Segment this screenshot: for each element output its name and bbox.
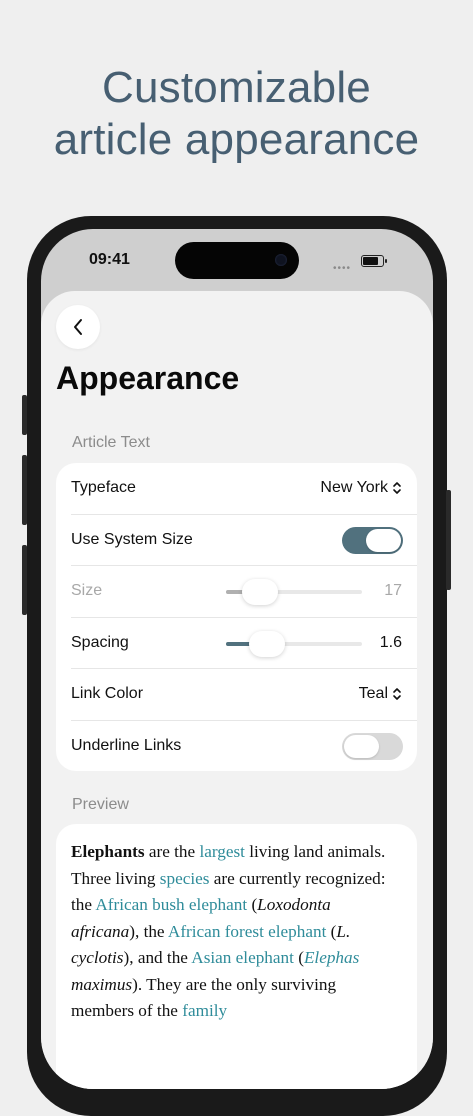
article-text-run: ( [247, 895, 258, 914]
spacing-slider[interactable] [226, 630, 362, 657]
link-color-value: Teal [358, 685, 388, 702]
appearance-sheet: Appearance Article Text Typeface New Yor… [41, 291, 433, 1089]
article-link[interactable]: Asian elephant [191, 948, 294, 967]
article-text-run: are the [144, 842, 200, 861]
article-text-run: ), and the [123, 948, 192, 967]
article-link[interactable]: largest [199, 842, 245, 861]
chevron-up-down-icon [393, 688, 401, 700]
spacing-label: Spacing [71, 633, 129, 651]
size-slider-thumb[interactable] [242, 579, 278, 605]
preview-article-text: Elephants are the largest living land an… [71, 839, 403, 1025]
status-time: 09:41 [89, 251, 130, 268]
chevron-up-down-icon [393, 482, 401, 494]
dynamic-island [175, 242, 299, 279]
setting-row-underline-links: Underline Links [71, 721, 417, 772]
signal-icon: •••• [333, 263, 352, 274]
back-button[interactable] [56, 305, 100, 349]
spacing-slider-thumb[interactable] [248, 630, 285, 657]
article-text-run: ), the [129, 921, 168, 941]
article-text-run: ( [293, 948, 304, 967]
underline-links-label: Underline Links [71, 736, 182, 754]
toggle-knob [344, 734, 379, 758]
setting-row-spacing: Spacing 1.6 [71, 618, 417, 669]
battery-icon [361, 255, 387, 267]
phone-side-button [22, 395, 27, 435]
section-label-article-text: Article Text [72, 434, 150, 451]
preview-card: Elephants are the largest living land an… [56, 824, 417, 1089]
typeface-picker[interactable]: New York [320, 479, 402, 497]
article-bold-term: Elephants [71, 842, 145, 861]
size-slider[interactable] [226, 579, 362, 605]
camera-icon [275, 254, 287, 266]
article-link[interactable]: species [160, 869, 210, 888]
article-text-run: maximus [71, 974, 133, 994]
underline-links-toggle[interactable] [342, 732, 403, 760]
article-text-settings-card: Typeface New York Use System Size Size 1… [56, 463, 417, 771]
toggle-knob [366, 528, 401, 552]
size-value: 17 [384, 582, 402, 599]
setting-row-size: Size 17 [71, 566, 417, 618]
phone-volume-down [22, 545, 27, 615]
link-color-picker[interactable]: Teal [359, 685, 402, 703]
setting-row-use-system-size: Use System Size [71, 515, 417, 566]
phone-power-button [446, 490, 451, 590]
use-system-size-toggle[interactable] [342, 526, 403, 554]
use-system-size-label: Use System Size [71, 530, 193, 548]
spacing-value: 1.6 [379, 633, 402, 651]
setting-row-link-color[interactable]: Link Color Teal [71, 669, 417, 721]
article-text-run: ( [326, 921, 337, 941]
link-color-label: Link Color [71, 685, 144, 702]
article-link[interactable]: African forest elephant [168, 922, 326, 941]
setting-row-typeface[interactable]: Typeface New York [71, 463, 417, 515]
phone-volume-up [22, 455, 27, 525]
promo-headline-line1: Customizable [102, 63, 371, 112]
typeface-value: New York [320, 479, 388, 496]
typeface-label: Typeface [71, 479, 136, 496]
promo-headline-line2: article appearance [53, 115, 420, 164]
size-label: Size [71, 582, 103, 599]
article-link[interactable]: African bush elephant [95, 895, 247, 914]
section-label-preview: Preview [72, 796, 129, 813]
phone-screen: 09:41 •••• Appearance Article Text Typef… [41, 229, 433, 1089]
promo-headline: Customizable article appearance [0, 62, 473, 166]
page-title: Appearance [56, 360, 240, 396]
article-link[interactable]: family [182, 1001, 227, 1020]
chevron-left-icon [74, 319, 82, 335]
article-link[interactable]: Elephas [304, 948, 359, 967]
